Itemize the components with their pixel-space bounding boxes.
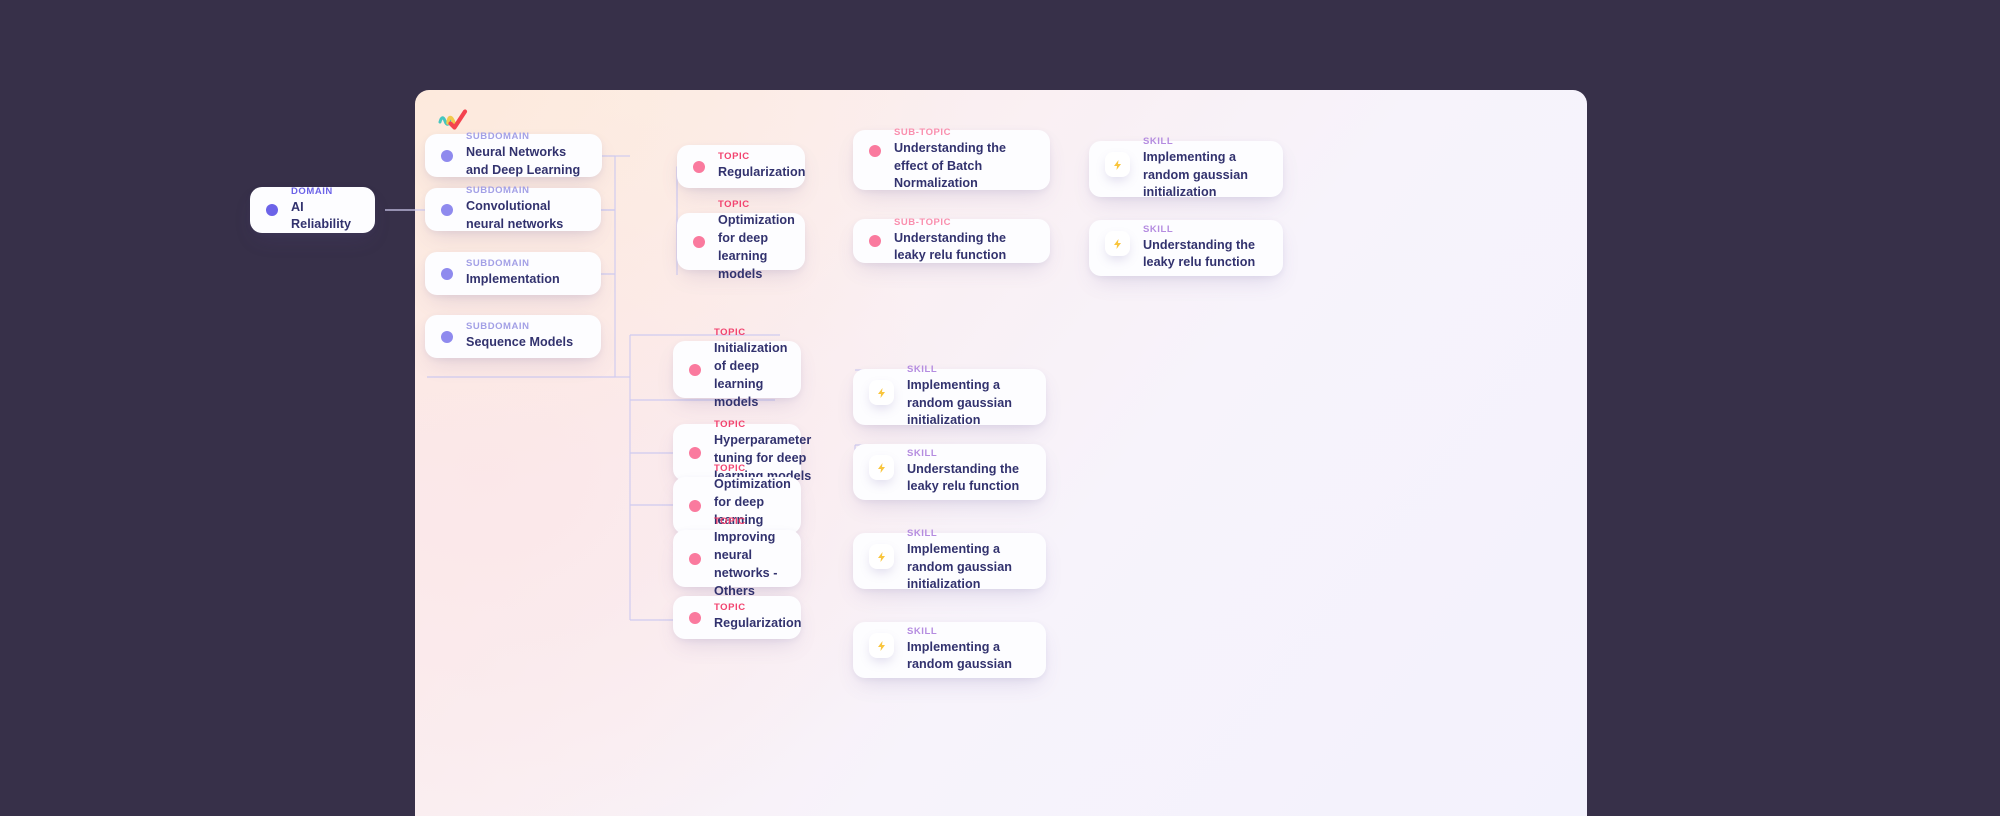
node-subtopic-leaky-relu[interactable]: SUB-TOPIC Understanding the leaky relu f… [853,216,1050,263]
node-title: Improving neural networks - Others [714,530,778,598]
domain-dot [266,204,278,216]
node-title: Neural Networks and Deep Learning [466,145,581,177]
node-skill-gaussian-init-4[interactable]: SKILL Implementing a random gaussian [853,622,1046,678]
subdomain-dot [441,149,453,162]
node-subdomain-implementation[interactable]: SUBDOMAIN Implementation [425,252,601,295]
node-kicker: TOPIC [714,463,746,475]
node-kicker: TOPIC [714,516,746,528]
topic-dot [693,235,705,248]
node-domain[interactable]: DOMAIN AI Reliability [250,185,375,233]
topic-dot [693,160,705,173]
node-skill-gaussian-init-3[interactable]: SKILL Implementing a random gaussian ini… [853,528,1046,591]
node-kicker: SKILL [907,363,938,375]
node-title: Understanding the leaky relu function [907,461,1020,494]
node-title: Implementation [466,272,560,286]
graph-canvas[interactable]: DOMAIN AI Reliability SUBDOMAIN Neural N… [250,90,1587,816]
node-subdomain-convolutional[interactable]: SUBDOMAIN Convolutional neural networks [425,185,601,231]
node-kicker: SKILL [1143,135,1174,147]
node-title: Regularization [718,165,806,179]
node-title: Implementing a random gaussian initializ… [1143,149,1249,200]
node-kicker: SUBDOMAIN [466,131,530,143]
node-kicker: TOPIC [714,327,746,339]
node-topic-regularization-1[interactable]: TOPIC Regularization [677,145,805,188]
node-subtopic-batch-normalization[interactable]: SUB-TOPIC Understanding the effect of Ba… [853,126,1050,190]
node-kicker: SUB-TOPIC [894,216,952,228]
lightning-bolt-icon [869,380,894,405]
lightning-bolt-icon [1105,152,1130,177]
skill-graph-screen: DOMAIN AI Reliability SUBDOMAIN Neural N… [0,0,2000,816]
topic-dot [689,499,701,512]
node-kicker: SUBDOMAIN [466,185,530,197]
node-kicker: TOPIC [714,419,746,431]
topic-dot [689,446,701,459]
node-title: Understanding the effect of Batch Normal… [894,140,1007,191]
node-topic-improving-neural-networks[interactable]: TOPIC Improving neural networks - Others [673,516,801,598]
node-kicker: TOPIC [714,602,746,614]
node-skill-gaussian-init-1[interactable]: SKILL Implementing a random gaussian ini… [1089,136,1283,199]
node-title: Regularization [714,616,802,630]
node-topic-initialization[interactable]: TOPIC Initialization of deep learning mo… [673,327,801,409]
node-subdomain-sequence-models[interactable]: SUBDOMAIN Sequence Models [425,315,601,358]
topic-dot [689,611,701,624]
node-title: AI Reliability [291,199,352,232]
lightning-bolt-icon [1105,231,1130,256]
node-subdomain-neural-networks[interactable]: SUBDOMAIN Neural Networks and Deep Learn… [425,131,602,177]
node-title: Convolutional neural networks [466,199,564,231]
node-kicker: TOPIC [718,151,750,163]
node-kicker: SKILL [907,527,938,539]
subtopic-dot [869,145,881,157]
subdomain-dot [441,267,453,280]
brand-checkmark-logo [438,109,468,130]
node-title: Optimization for deep learning models [718,213,795,281]
subdomain-dot [441,330,453,343]
lightning-bolt-icon [869,544,894,569]
node-skill-leaky-relu-1[interactable]: SKILL Understanding the leaky relu funct… [1089,220,1283,276]
node-kicker: DOMAIN [291,185,333,197]
node-title: Understanding the leaky relu function [1143,237,1256,270]
topic-dot [689,552,701,565]
lightning-bolt-icon [869,455,894,480]
node-topic-optimization-1[interactable]: TOPIC Optimization for deep learning mod… [677,199,805,281]
node-kicker: SKILL [907,447,938,459]
node-title: Initialization of deep learning models [714,341,788,409]
topic-dot [689,363,701,376]
node-kicker: SUBDOMAIN [466,258,530,270]
node-kicker: TOPIC [718,199,750,211]
node-title: Implementing a random gaussian initializ… [907,541,1013,592]
node-kicker: SUB-TOPIC [894,126,952,138]
node-title: Sequence Models [466,335,574,349]
lightning-bolt-icon [869,633,894,658]
node-kicker: SKILL [1143,223,1174,235]
node-title: Implementing a random gaussian initializ… [907,377,1013,428]
node-skill-leaky-relu-2[interactable]: SKILL Understanding the leaky relu funct… [853,444,1046,500]
node-topic-regularization-2[interactable]: TOPIC Regularization [673,596,801,639]
subtopic-dot [869,235,881,247]
node-skill-gaussian-init-2[interactable]: SKILL Implementing a random gaussian ini… [853,364,1046,427]
node-title: Understanding the leaky relu function [894,230,1007,263]
subdomain-dot [441,203,453,216]
node-kicker: SUBDOMAIN [466,321,530,333]
node-title: Implementing a random gaussian [907,639,1013,672]
node-kicker: SKILL [907,625,938,637]
